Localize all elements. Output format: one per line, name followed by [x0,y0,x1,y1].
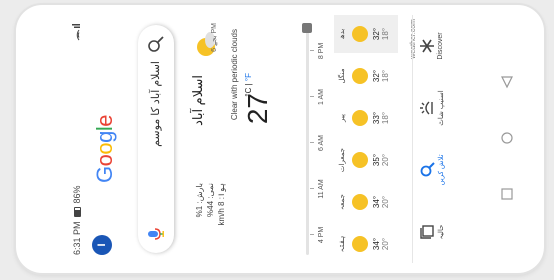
status-time: 6:31 PM [72,221,82,255]
day-low: 18° [381,111,390,125]
battery-icon [73,207,81,218]
hour-label: 1 AM [318,89,325,105]
sunny-icon [352,236,368,252]
day-low: 20° [381,153,390,167]
day-name: پیر [339,114,346,122]
nav-label: تلاش کریں [438,154,445,186]
hourly-timeline[interactable]: 4 PM 11 AM 6 AM 1 AM 8 PM [296,23,326,255]
day-high: 34° [372,237,381,251]
unit-celsius[interactable]: °C [244,88,253,97]
weather-city: اسلام آباد [190,75,205,126]
snapshot-icon [420,101,433,115]
search-query[interactable]: اسلام آباد کا موسم [149,61,162,147]
temperature-units[interactable]: °C | °F [244,73,253,97]
wind: ہوا: 8 km/h [217,183,226,226]
timeline-track[interactable] [306,23,309,255]
humidity: نمی: 44% [206,183,215,217]
app-screen: 6:31 PM 86% I Google اسلام آباد کا موسم … [66,15,467,263]
day-high: 32° [372,69,381,83]
day-name: منگل [339,68,346,84]
day-low: 20° [381,237,390,251]
google-logo: Google [92,114,117,183]
recent-tabs-icon [420,225,434,239]
day-name: ہفتہ [339,235,346,253]
status-bar: 6:31 PM 86% [66,15,88,263]
nav-label: اسنیپ شاٹ [438,90,445,126]
day-name: بدھ [339,28,346,40]
day-low: 20° [381,195,390,209]
weather-details: بارش: 1% نمی: 44% ہوا: 8 km/h [194,183,227,243]
unit-separator: | [244,83,253,86]
recents-square-icon[interactable] [500,187,514,201]
daily-forecast: ہفتہ 34° 20° جمعہ 34° 20° جمعرات 35° 20° [334,15,404,263]
search-icon[interactable] [147,35,165,53]
hour-label: 6 AM [318,135,325,151]
day-low: 18° [381,27,390,41]
day-low: 18° [381,69,390,83]
weather-condition: Clear with periodic clouds [230,29,239,121]
nav-label: Discover [437,32,444,60]
signal-wifi-icon [71,23,84,41]
day-name: جمعرات [339,147,346,173]
search-icon [420,162,435,177]
hour-label: 4 PM [318,226,325,244]
account-avatar[interactable]: I [92,235,112,255]
day-high: 34° [372,195,381,209]
current-temperature: 27 [242,93,273,125]
system-navigation [498,5,516,273]
weather-card[interactable]: بارش: 1% نمی: 44% ہوا: 8 km/h اسلام آباد… [184,15,417,263]
forecast-day[interactable]: جمعہ 34° 20° [334,183,398,221]
forecast-day[interactable]: پیر 33° 18° [334,99,398,137]
forecast-day[interactable]: منگل 32° 18° [334,57,398,95]
nav-search[interactable]: تلاش کریں [419,139,445,201]
asterisk-icon [420,39,434,53]
forecast-day-selected[interactable]: بدھ 32° 18° [334,15,398,53]
partly-cloudy-icon [352,26,368,42]
home-circle-icon[interactable] [500,131,514,145]
sunny-icon [352,194,368,210]
hour-label: 11 AM [318,179,325,199]
bottom-navigation: Discover اسنیپ شاٹ تلاش کریں حالیہ [412,15,467,263]
forecast-day[interactable]: ہفتہ 34° 20° [334,225,398,263]
nav-recent[interactable]: حالیہ [419,201,445,263]
nav-snapshot[interactable]: اسنیپ شاٹ [419,77,445,139]
search-box[interactable]: اسلام آباد کا موسم [138,25,174,253]
weather-time: 6 بجے PM [211,23,218,52]
sunny-icon [352,152,368,168]
back-triangle-icon[interactable] [500,75,514,89]
forecast-day[interactable]: جمعرات 35° 20° [334,141,398,179]
sunny-icon [352,110,368,126]
day-high: 33° [372,111,381,125]
timeline-handle[interactable] [302,23,312,33]
precipitation: بارش: 1% [195,183,204,218]
unit-fahrenheit[interactable]: °F [244,73,253,81]
day-name: جمعہ [339,194,346,210]
hour-label: 8 PM [318,42,325,60]
nav-discover[interactable]: Discover [419,15,444,77]
phone-frame: 6:31 PM 86% I Google اسلام آباد کا موسم … [16,5,544,273]
microphone-icon[interactable] [147,227,165,241]
battery-level: 86% [72,185,82,204]
day-high: 35° [372,153,381,167]
nav-label: حالیہ [438,224,445,240]
day-high: 32° [372,27,381,41]
sunny-icon [352,68,368,84]
